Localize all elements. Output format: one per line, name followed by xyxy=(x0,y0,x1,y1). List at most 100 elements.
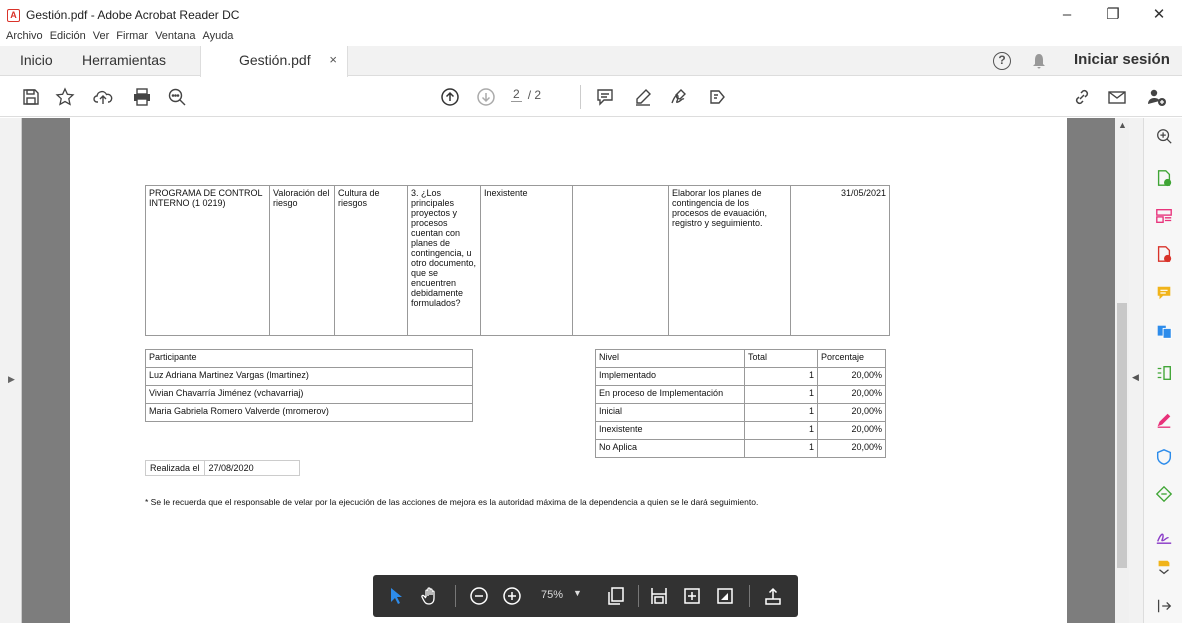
table-cell: En proceso de Implementación xyxy=(595,385,745,404)
star-icon[interactable] xyxy=(53,85,77,109)
table-cell: Inexistente xyxy=(595,421,745,440)
toolbar: 2 / 2 xyxy=(0,77,1182,117)
page-number-box[interactable]: 2 / 2 xyxy=(511,87,541,102)
zoom-in-icon[interactable] xyxy=(1154,126,1174,146)
menu-bar: Archivo Edición Ver Firmar Ventana Ayuda xyxy=(6,30,233,44)
sign-icon[interactable] xyxy=(667,85,691,109)
link-icon[interactable] xyxy=(1070,85,1094,109)
signin-button[interactable]: Iniciar sesión xyxy=(1074,51,1170,68)
table-cell: 1 xyxy=(744,403,818,422)
page-thumbnails-icon[interactable] xyxy=(605,585,627,607)
page-down-icon[interactable] xyxy=(474,85,498,109)
right-panel-toggle[interactable]: ◀ xyxy=(1129,118,1143,623)
more-tools-icon[interactable] xyxy=(1154,558,1174,578)
toolbar-divider xyxy=(580,85,581,109)
minimize-button[interactable]: – xyxy=(1044,0,1090,30)
tab-tools[interactable]: Herramientas xyxy=(82,46,166,76)
cloud-upload-icon[interactable] xyxy=(91,85,115,109)
help-icon[interactable]: ? xyxy=(993,52,1011,70)
table-row: PROGRAMA DE CONTROL INTERNO (1 0219) Val… xyxy=(145,185,890,336)
close-button[interactable]: ✕ xyxy=(1136,0,1182,30)
scroll-up-icon[interactable]: ▲ xyxy=(1118,120,1127,130)
zoom-level[interactable]: 75% xyxy=(541,589,563,601)
combine-files-icon[interactable] xyxy=(1154,322,1174,342)
table-cell xyxy=(572,185,669,336)
table-cell: 1 xyxy=(744,421,818,440)
table-cell: 20,00% xyxy=(817,421,886,440)
comment-tool-icon[interactable] xyxy=(1154,283,1174,303)
window-title: Gestión.pdf - Adobe Acrobat Reader DC xyxy=(26,8,240,22)
vertical-scrollbar[interactable]: ▲ xyxy=(1115,118,1129,623)
zoom-dropdown-icon[interactable]: ▼ xyxy=(573,588,582,598)
fit-page-icon[interactable] xyxy=(681,585,703,607)
table-cell: Valoración del riesgo xyxy=(269,185,335,336)
realizada-date: 27/08/2020 xyxy=(203,460,300,476)
tab-home[interactable]: Inicio xyxy=(20,46,53,76)
participants-table: Participante Luz Adriana Martinez Vargas… xyxy=(145,349,473,422)
zoom-search-icon[interactable] xyxy=(165,85,189,109)
zoom-in-icon[interactable] xyxy=(501,585,523,607)
protect-icon[interactable] xyxy=(1154,447,1174,467)
table-row: Implementado 1 20,00% xyxy=(595,367,886,386)
compare-icon[interactable] xyxy=(1154,484,1174,504)
add-user-icon[interactable] xyxy=(1145,85,1169,109)
send-for-signature-icon[interactable] xyxy=(1154,526,1174,546)
table-cell: 20,00% xyxy=(817,385,886,404)
tab-document-label: Gestión.pdf xyxy=(239,52,311,68)
tab-document[interactable]: Gestión.pdf × xyxy=(200,46,348,77)
table-row: Inexistente 1 20,00% xyxy=(595,421,886,440)
table-cell: 31/05/2021 xyxy=(790,185,890,336)
menu-ayuda[interactable]: Ayuda xyxy=(202,30,233,44)
tab-bar: Inicio Herramientas Gestión.pdf × ? Inic… xyxy=(0,46,1182,77)
realizada-field: Realizada el 27/08/2020 xyxy=(145,460,300,476)
pdf-page: PROGRAMA DE CONTROL INTERNO (1 0219) Val… xyxy=(70,118,1067,623)
hand-tool-icon[interactable] xyxy=(419,585,441,607)
menu-archivo[interactable]: Archivo xyxy=(6,30,43,44)
send-sign-icon[interactable] xyxy=(705,85,729,109)
select-tool-icon[interactable] xyxy=(385,585,407,607)
export-pdf-icon[interactable] xyxy=(1154,168,1174,188)
tab-close-icon[interactable]: × xyxy=(329,46,337,74)
create-pdf-icon[interactable] xyxy=(1154,244,1174,264)
collapse-right-icon[interactable]: ◀ xyxy=(1132,372,1139,383)
bell-icon[interactable] xyxy=(1032,53,1046,69)
table-cell: Vivian Chavarría Jiménez (vchavarriaj) xyxy=(145,385,473,404)
edit-pdf-icon[interactable] xyxy=(1154,363,1174,383)
full-screen-icon[interactable] xyxy=(714,585,736,607)
table-header: Participante xyxy=(145,349,473,368)
menu-firmar[interactable]: Firmar xyxy=(116,30,148,44)
highlight-pen-icon[interactable] xyxy=(631,85,655,109)
restore-button[interactable]: ❐ xyxy=(1090,0,1136,30)
expand-left-icon[interactable]: ▶ xyxy=(8,374,15,385)
table-cell: Inicial xyxy=(595,403,745,422)
table-header: Total xyxy=(744,349,818,368)
table-cell: 1 xyxy=(744,367,818,386)
menu-edicion[interactable]: Edición xyxy=(50,30,86,44)
toolbar-divider xyxy=(455,585,456,607)
email-icon[interactable] xyxy=(1105,85,1129,109)
table-row: Luz Adriana Martinez Vargas (lmartinez) xyxy=(145,367,473,386)
left-panel-toggle[interactable]: ▶ xyxy=(0,118,22,623)
table-row: Maria Gabriela Romero Valverde (mromerov… xyxy=(145,403,473,422)
table-cell: Luz Adriana Martinez Vargas (lmartinez) xyxy=(145,367,473,386)
fit-width-icon[interactable] xyxy=(648,585,670,607)
zoom-out-icon[interactable] xyxy=(468,585,490,607)
share-upload-icon[interactable] xyxy=(762,585,784,607)
page-up-icon[interactable] xyxy=(438,85,462,109)
table-cell: 3. ¿Los principales proyectos y procesos… xyxy=(407,185,481,336)
table-row: En proceso de Implementación 1 20,00% xyxy=(595,385,886,404)
comment-icon[interactable] xyxy=(593,85,617,109)
table-header: Porcentaje xyxy=(817,349,886,368)
fill-sign-icon[interactable] xyxy=(1154,410,1174,430)
table-row: Nivel Total Porcentaje xyxy=(595,349,886,368)
organize-pages-icon[interactable] xyxy=(1154,206,1174,226)
menu-ver[interactable]: Ver xyxy=(93,30,110,44)
save-icon[interactable] xyxy=(19,85,43,109)
print-icon[interactable] xyxy=(130,85,154,109)
current-page[interactable]: 2 xyxy=(511,87,522,102)
table-cell: 1 xyxy=(744,439,818,458)
realizada-label: Realizada el xyxy=(145,460,204,476)
collapse-rail-icon[interactable] xyxy=(1154,596,1174,616)
menu-ventana[interactable]: Ventana xyxy=(155,30,195,44)
scrollbar-thumb[interactable] xyxy=(1117,303,1127,568)
